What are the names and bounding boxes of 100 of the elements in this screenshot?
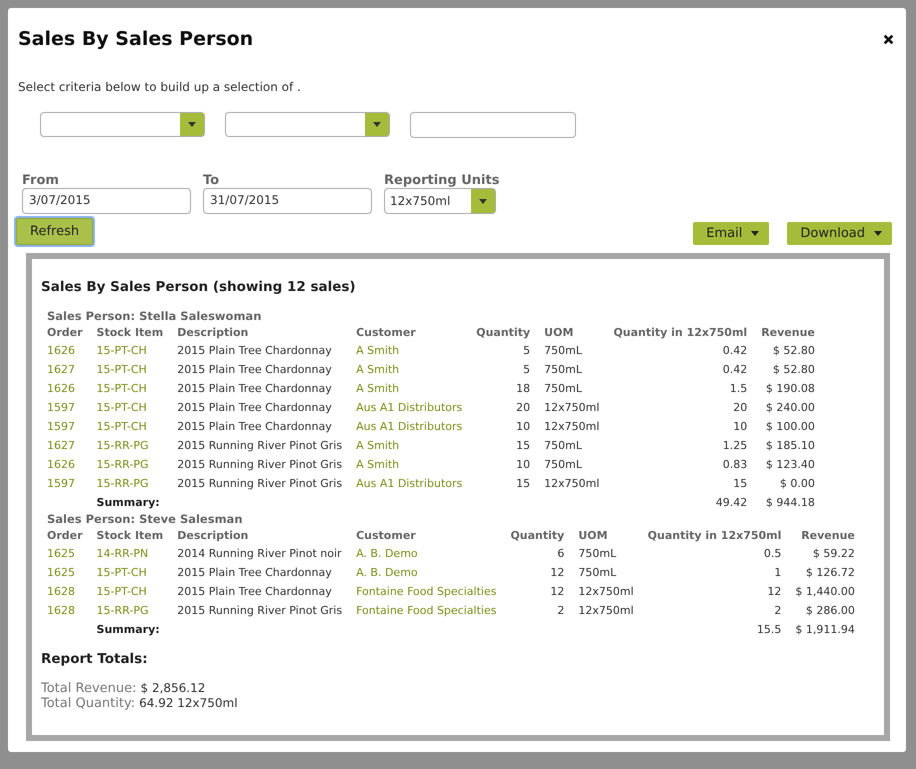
quantity-units-cell: 1.5 <box>730 382 748 395</box>
customer-link[interactable]: Aus A1 Distributors <box>356 401 462 414</box>
uom-cell: 12x750ml <box>578 604 634 617</box>
column-header: Stock Item <box>96 529 164 542</box>
column-header: Revenue <box>801 529 855 542</box>
customer-link[interactable]: A Smith <box>356 458 400 471</box>
description-cell: 2015 Plain Tree Chardonnay <box>177 566 332 579</box>
order-link[interactable]: 1627 <box>47 439 75 452</box>
column-header: Order <box>47 529 83 542</box>
quantity-units-cell: 0.5 <box>764 547 782 560</box>
column-header: Description <box>177 326 248 339</box>
customer-link[interactable]: A Smith <box>356 439 400 452</box>
caret-icon <box>373 122 381 127</box>
column-header: Quantity <box>510 529 564 542</box>
customer-link[interactable]: A Smith <box>356 382 400 395</box>
stock-item-link[interactable]: 15-PT-CH <box>96 344 147 357</box>
quantity-cell: 5 <box>523 363 530 376</box>
order-link[interactable]: 1628 <box>47 585 75 598</box>
order-link[interactable]: 1627 <box>47 363 75 376</box>
quantity-units-cell: 20 <box>733 401 748 414</box>
revenue-cell: $ 190.08 <box>766 382 815 395</box>
units-dropdown[interactable]: 12x750ml <box>384 188 496 214</box>
field-label: Reporting Units <box>384 173 500 188</box>
order-link[interactable]: 1626 <box>47 344 75 357</box>
stock-item-link[interactable]: 15-PT-CH <box>96 363 147 376</box>
column-header: UOM <box>544 326 574 339</box>
order-link[interactable]: 1628 <box>47 604 75 617</box>
close-icon[interactable] <box>883 34 894 44</box>
stock-item-link[interactable]: 15-PT-CH <box>96 420 147 433</box>
uom-cell: 750mL <box>544 382 582 395</box>
stock-item-link[interactable]: 15-PT-CH <box>96 566 147 579</box>
description-cell: 2015 Plain Tree Chardonnay <box>177 401 332 414</box>
quantity-cell: 12 <box>550 566 564 579</box>
report-title: Sales By Sales Person (showing 12 sales) <box>41 279 357 295</box>
quantity-units-cell: 15 <box>733 477 748 490</box>
customer-link[interactable]: A Smith <box>356 363 400 376</box>
order-link[interactable]: 1597 <box>47 420 75 433</box>
uom-cell: 750mL <box>578 566 616 579</box>
quantity-cell: 18 <box>516 382 530 395</box>
quantity-cell: 15 <box>516 439 530 452</box>
quantity-units-cell: 10 <box>733 420 748 433</box>
revenue-cell: $ 52.80 <box>772 363 815 376</box>
criteria-input-field[interactable] <box>410 112 576 138</box>
stock-item-link[interactable]: 15-RR-PG <box>96 458 148 471</box>
criteria-dropdown[interactable] <box>225 112 390 137</box>
column-header: Customer <box>356 529 416 542</box>
customer-link[interactable]: A. B. Demo <box>356 547 418 560</box>
instruction-text: Select criteria below to build up a selection of . <box>18 80 302 94</box>
column-header: Quantity <box>476 326 530 339</box>
customer-link[interactable]: Aus A1 Distributors <box>356 477 462 490</box>
stock-item-link[interactable]: 15-PT-CH <box>96 401 147 414</box>
quantity-units-cell: 1.25 <box>722 439 748 452</box>
stock-item-link[interactable]: 15-RR-PG <box>96 477 148 490</box>
revenue-cell: $ 126.72 <box>806 566 855 579</box>
customer-link[interactable]: A. B. Demo <box>356 566 418 579</box>
revenue-cell: $ 240.00 <box>766 401 815 414</box>
quantity-units-cell: 0.42 <box>722 363 748 376</box>
column-header: UOM <box>578 529 608 542</box>
revenue-cell: $ 185.10 <box>766 439 815 452</box>
quantity-cell: 12 <box>550 585 564 598</box>
stock-item-link[interactable]: 15-RR-PG <box>96 439 148 452</box>
date-input-field[interactable]: 3/07/2015 <box>22 188 191 214</box>
revenue-cell: $ 286.00 <box>806 604 855 617</box>
date-input-field[interactable]: 31/07/2015 <box>203 188 372 214</box>
order-link[interactable]: 1597 <box>47 401 75 414</box>
stock-item-link[interactable]: 15-PT-CH <box>96 585 147 598</box>
column-header: Revenue <box>761 326 815 339</box>
customer-link[interactable]: Aus A1 Distributors <box>356 420 462 433</box>
dropdown-button[interactable]: Download <box>787 222 892 245</box>
customer-link[interactable]: Fontaine Food Specialties <box>356 585 496 598</box>
revenue-cell: $ 0.00 <box>780 477 815 490</box>
quantity-units-cell: 0.83 <box>722 458 748 471</box>
refresh-button[interactable]: Refresh <box>16 218 94 245</box>
quantity-units-cell: 0.42 <box>722 344 748 357</box>
column-header: Stock Item <box>96 326 164 339</box>
stock-item-link[interactable]: 15-RR-PG <box>96 604 148 617</box>
order-link[interactable]: 1625 <box>47 566 75 579</box>
description-cell: 2015 Running River Pinot Gris <box>177 477 342 490</box>
order-link[interactable]: 1597 <box>47 477 75 490</box>
description-cell: 2015 Running River Pinot Gris <box>177 458 342 471</box>
quantity-cell: 20 <box>516 401 530 414</box>
order-link[interactable]: 1626 <box>47 458 75 471</box>
customer-link[interactable]: Fontaine Food Specialties <box>356 604 496 617</box>
order-link[interactable]: 1626 <box>47 382 75 395</box>
dropdown-button[interactable]: Email <box>693 222 770 245</box>
customer-link[interactable]: A Smith <box>356 344 400 357</box>
description-cell: 2015 Plain Tree Chardonnay <box>177 344 332 357</box>
stock-item-link[interactable]: 14-RR-PN <box>96 547 148 560</box>
quantity-cell: 15 <box>516 477 530 490</box>
uom-cell: 750mL <box>544 344 582 357</box>
description-cell: 2015 Plain Tree Chardonnay <box>177 420 332 433</box>
uom-cell: 750mL <box>544 458 582 471</box>
criteria-dropdown[interactable] <box>40 112 205 137</box>
uom-cell: 750mL <box>544 439 582 452</box>
order-link[interactable]: 1625 <box>47 547 75 560</box>
quantity-cell: 2 <box>557 604 564 617</box>
revenue-cell: $ 52.80 <box>772 344 815 357</box>
stock-item-link[interactable]: 15-PT-CH <box>96 382 147 395</box>
quantity-cell: 6 <box>557 547 564 560</box>
description-cell: 2015 Plain Tree Chardonnay <box>177 363 332 376</box>
